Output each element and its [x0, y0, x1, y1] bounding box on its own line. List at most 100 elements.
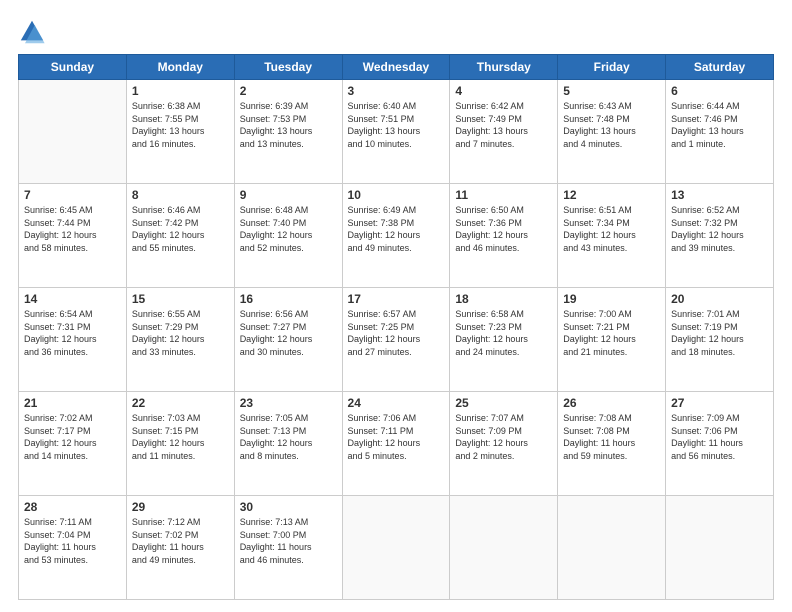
calendar-cell: 22 Sunrise: 7:03 AM Sunset: 7:15 PM Dayli…	[126, 392, 234, 496]
calendar-cell	[666, 496, 774, 600]
calendar-cell: 19 Sunrise: 7:00 AM Sunset: 7:21 PM Dayli…	[558, 288, 666, 392]
calendar-cell	[19, 80, 127, 184]
day-header-monday: Monday	[126, 55, 234, 80]
day-number: 6	[671, 84, 768, 98]
day-number: 2	[240, 84, 337, 98]
day-number: 17	[348, 292, 445, 306]
calendar-cell: 29 Sunrise: 7:12 AM Sunset: 7:02 PM Dayli…	[126, 496, 234, 600]
day-info: Sunrise: 7:11 AM Sunset: 7:04 PM Dayligh…	[24, 516, 121, 566]
calendar-cell: 23 Sunrise: 7:05 AM Sunset: 7:13 PM Dayli…	[234, 392, 342, 496]
day-number: 19	[563, 292, 660, 306]
calendar-cell: 13 Sunrise: 6:52 AM Sunset: 7:32 PM Dayli…	[666, 184, 774, 288]
day-info: Sunrise: 6:39 AM Sunset: 7:53 PM Dayligh…	[240, 100, 337, 150]
week-row-1: 1 Sunrise: 6:38 AM Sunset: 7:55 PM Daylig…	[19, 80, 774, 184]
day-number: 9	[240, 188, 337, 202]
calendar-cell: 28 Sunrise: 7:11 AM Sunset: 7:04 PM Dayli…	[19, 496, 127, 600]
calendar-cell: 2 Sunrise: 6:39 AM Sunset: 7:53 PM Daylig…	[234, 80, 342, 184]
day-info: Sunrise: 6:46 AM Sunset: 7:42 PM Dayligh…	[132, 204, 229, 254]
day-number: 8	[132, 188, 229, 202]
day-info: Sunrise: 6:45 AM Sunset: 7:44 PM Dayligh…	[24, 204, 121, 254]
day-number: 15	[132, 292, 229, 306]
day-number: 13	[671, 188, 768, 202]
page: SundayMondayTuesdayWednesdayThursdayFrid…	[0, 0, 792, 612]
calendar-cell: 10Sunrise: 6:49 AM Sunset: 7:38 PM Dayli…	[342, 184, 450, 288]
day-info: Sunrise: 6:40 AM Sunset: 7:51 PM Dayligh…	[348, 100, 445, 150]
day-info: Sunrise: 7:00 AM Sunset: 7:21 PM Dayligh…	[563, 308, 660, 358]
day-number: 20	[671, 292, 768, 306]
day-info: Sunrise: 7:07 AM Sunset: 7:09 PM Dayligh…	[455, 412, 552, 462]
day-info: Sunrise: 7:02 AM Sunset: 7:17 PM Dayligh…	[24, 412, 121, 462]
calendar-cell: 5 Sunrise: 6:43 AM Sunset: 7:48 PM Daylig…	[558, 80, 666, 184]
day-number: 7	[24, 188, 121, 202]
day-number: 22	[132, 396, 229, 410]
day-info: Sunrise: 6:44 AM Sunset: 7:46 PM Dayligh…	[671, 100, 768, 150]
day-info: Sunrise: 7:06 AM Sunset: 7:11 PM Dayligh…	[348, 412, 445, 462]
calendar-cell: 25 Sunrise: 7:07 AM Sunset: 7:09 PM Dayli…	[450, 392, 558, 496]
day-info: Sunrise: 6:58 AM Sunset: 7:23 PM Dayligh…	[455, 308, 552, 358]
day-number: 30	[240, 500, 337, 514]
calendar-cell: 8 Sunrise: 6:46 AM Sunset: 7:42 PM Daylig…	[126, 184, 234, 288]
calendar-cell: 15Sunrise: 6:55 AM Sunset: 7:29 PM Dayli…	[126, 288, 234, 392]
calendar-cell: 9Sunrise: 6:48 AM Sunset: 7:40 PM Daylig…	[234, 184, 342, 288]
calendar-cell: 1 Sunrise: 6:38 AM Sunset: 7:55 PM Daylig…	[126, 80, 234, 184]
day-info: Sunrise: 7:05 AM Sunset: 7:13 PM Dayligh…	[240, 412, 337, 462]
calendar-cell: 16Sunrise: 6:56 AM Sunset: 7:27 PM Dayli…	[234, 288, 342, 392]
day-number: 14	[24, 292, 121, 306]
calendar-cell: 30Sunrise: 7:13 AM Sunset: 7:00 PM Dayli…	[234, 496, 342, 600]
calendar-cell: 6 Sunrise: 6:44 AM Sunset: 7:46 PM Daylig…	[666, 80, 774, 184]
calendar-cell: 7 Sunrise: 6:45 AM Sunset: 7:44 PM Daylig…	[19, 184, 127, 288]
week-row-5: 28 Sunrise: 7:11 AM Sunset: 7:04 PM Dayli…	[19, 496, 774, 600]
calendar-cell: 24 Sunrise: 7:06 AM Sunset: 7:11 PM Dayli…	[342, 392, 450, 496]
calendar-cell	[342, 496, 450, 600]
day-header-wednesday: Wednesday	[342, 55, 450, 80]
day-number: 10	[348, 188, 445, 202]
day-header-sunday: Sunday	[19, 55, 127, 80]
day-number: 24	[348, 396, 445, 410]
calendar-cell: 3 Sunrise: 6:40 AM Sunset: 7:51 PM Daylig…	[342, 80, 450, 184]
day-number: 11	[455, 188, 552, 202]
day-number: 5	[563, 84, 660, 98]
day-number: 25	[455, 396, 552, 410]
day-header-tuesday: Tuesday	[234, 55, 342, 80]
calendar-cell: 18 Sunrise: 6:58 AM Sunset: 7:23 PM Dayli…	[450, 288, 558, 392]
day-info: Sunrise: 7:03 AM Sunset: 7:15 PM Dayligh…	[132, 412, 229, 462]
day-info: Sunrise: 6:43 AM Sunset: 7:48 PM Dayligh…	[563, 100, 660, 150]
calendar-header-row: SundayMondayTuesdayWednesdayThursdayFrid…	[19, 55, 774, 80]
calendar-cell: 20 Sunrise: 7:01 AM Sunset: 7:19 PM Dayli…	[666, 288, 774, 392]
day-info: Sunrise: 6:50 AM Sunset: 7:36 PM Dayligh…	[455, 204, 552, 254]
day-info: Sunrise: 7:01 AM Sunset: 7:19 PM Dayligh…	[671, 308, 768, 358]
day-number: 26	[563, 396, 660, 410]
day-info: Sunrise: 7:12 AM Sunset: 7:02 PM Dayligh…	[132, 516, 229, 566]
day-info: Sunrise: 6:51 AM Sunset: 7:34 PM Dayligh…	[563, 204, 660, 254]
day-number: 3	[348, 84, 445, 98]
calendar-cell: 11 Sunrise: 6:50 AM Sunset: 7:36 PM Dayli…	[450, 184, 558, 288]
day-number: 18	[455, 292, 552, 306]
day-info: Sunrise: 6:38 AM Sunset: 7:55 PM Dayligh…	[132, 100, 229, 150]
day-info: Sunrise: 7:09 AM Sunset: 7:06 PM Dayligh…	[671, 412, 768, 462]
calendar-cell: 4 Sunrise: 6:42 AM Sunset: 7:49 PM Daylig…	[450, 80, 558, 184]
header	[18, 18, 774, 46]
logo	[18, 18, 50, 46]
day-number: 29	[132, 500, 229, 514]
week-row-4: 21 Sunrise: 7:02 AM Sunset: 7:17 PM Dayli…	[19, 392, 774, 496]
logo-icon	[18, 18, 46, 46]
day-header-thursday: Thursday	[450, 55, 558, 80]
calendar-cell	[558, 496, 666, 600]
day-number: 16	[240, 292, 337, 306]
calendar-table: SundayMondayTuesdayWednesdayThursdayFrid…	[18, 54, 774, 600]
day-number: 28	[24, 500, 121, 514]
day-number: 12	[563, 188, 660, 202]
day-info: Sunrise: 6:54 AM Sunset: 7:31 PM Dayligh…	[24, 308, 121, 358]
calendar-cell: 21 Sunrise: 7:02 AM Sunset: 7:17 PM Dayli…	[19, 392, 127, 496]
calendar-cell: 17Sunrise: 6:57 AM Sunset: 7:25 PM Dayli…	[342, 288, 450, 392]
day-info: Sunrise: 7:08 AM Sunset: 7:08 PM Dayligh…	[563, 412, 660, 462]
day-number: 23	[240, 396, 337, 410]
day-header-saturday: Saturday	[666, 55, 774, 80]
day-number: 1	[132, 84, 229, 98]
day-number: 21	[24, 396, 121, 410]
day-number: 27	[671, 396, 768, 410]
calendar-cell: 27 Sunrise: 7:09 AM Sunset: 7:06 PM Dayli…	[666, 392, 774, 496]
day-number: 4	[455, 84, 552, 98]
day-info: Sunrise: 6:52 AM Sunset: 7:32 PM Dayligh…	[671, 204, 768, 254]
day-info: Sunrise: 6:42 AM Sunset: 7:49 PM Dayligh…	[455, 100, 552, 150]
